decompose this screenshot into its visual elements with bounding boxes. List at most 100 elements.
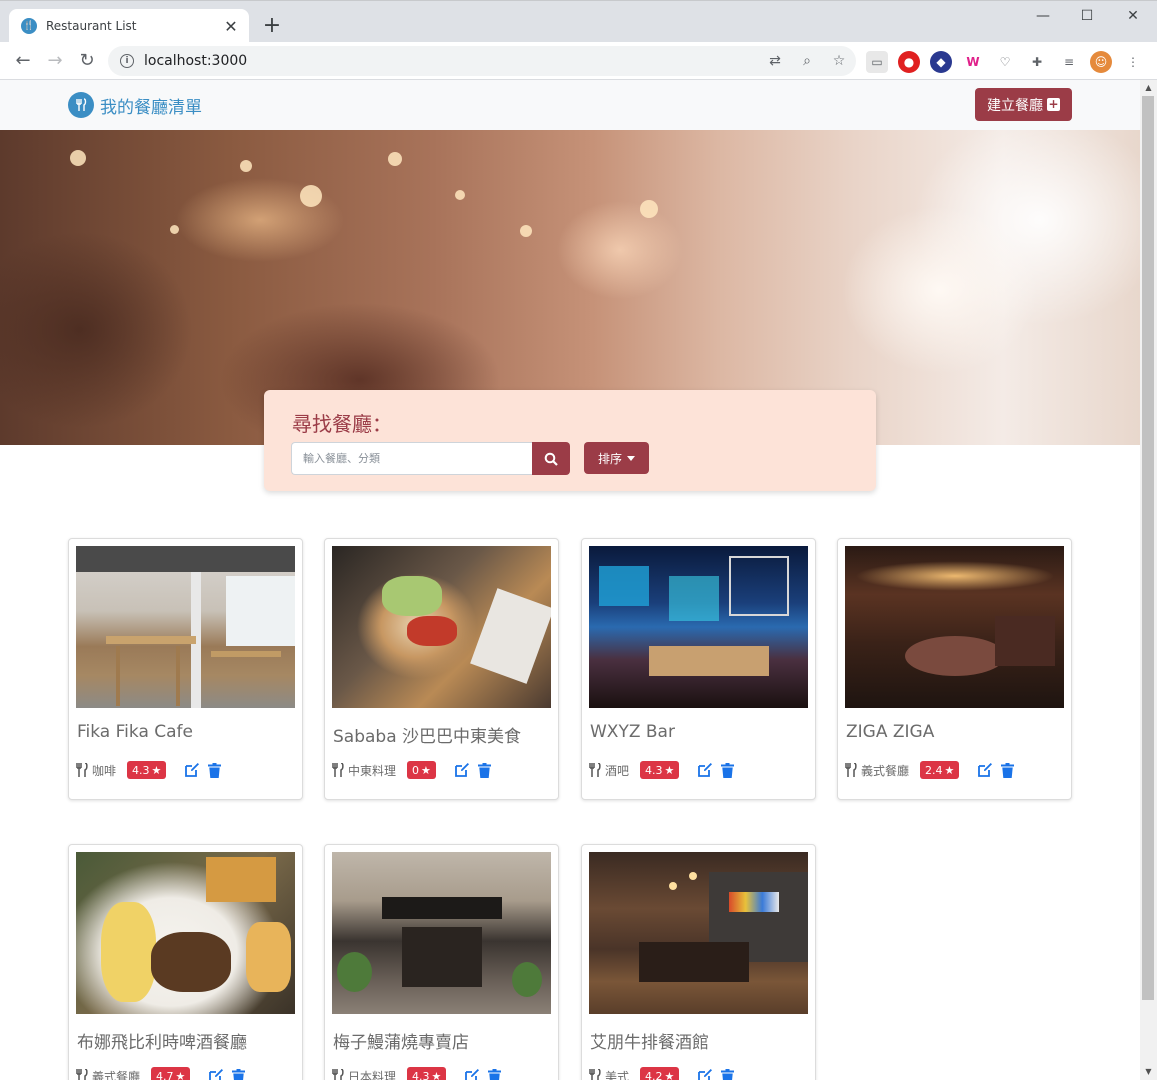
restaurant-photo[interactable] (332, 852, 551, 1014)
zoom-icon[interactable]: ⌕ (796, 50, 818, 72)
brand-link[interactable]: 我的餐廳清單 (68, 92, 202, 118)
edit-icon[interactable] (977, 762, 993, 778)
utensils-icon (589, 763, 601, 777)
restaurant-meta: 義式餐廳 2.4 ★ (845, 761, 1015, 779)
edit-icon[interactable] (454, 762, 470, 778)
restaurant-name: Fika Fika Cafe (77, 722, 193, 742)
scroll-down-arrow-icon[interactable]: ▼ (1140, 1064, 1157, 1080)
window-maximize-button[interactable]: ☐ (1064, 1, 1110, 31)
restaurant-photo[interactable] (845, 546, 1064, 708)
translate-icon[interactable]: ⇄ (764, 50, 786, 72)
restaurant-meta: 咖啡 4.3 ★ (76, 761, 222, 779)
restaurant-category: 酒吧 (605, 763, 630, 778)
restaurant-card[interactable]: Fika Fika Cafe 咖啡 4.3 ★ (68, 538, 303, 800)
restaurant-name: ZIGA ZIGA (846, 722, 935, 742)
restaurant-meta: 美式 4.2 ★ (589, 1067, 735, 1080)
profile-avatar[interactable]: ☺ (1090, 51, 1112, 73)
adblock-extension-icon[interactable]: ● (898, 51, 920, 73)
scroll-up-arrow-icon[interactable]: ▲ (1140, 80, 1157, 96)
restaurant-meta: 義式餐廳 4.7 ★ (76, 1067, 246, 1080)
edit-icon[interactable] (184, 762, 200, 778)
address-bar[interactable]: i localhost:3000 ⇄ ⌕ ☆ (108, 46, 856, 76)
pocket-icon[interactable]: ♡ (994, 51, 1016, 73)
window-close-button[interactable]: ✕ (1110, 1, 1156, 31)
rating-value: 2.4 (925, 763, 943, 777)
edit-icon[interactable] (697, 762, 713, 778)
utensils-icon (332, 763, 344, 777)
restaurant-meta: 日本料理 4.3 ★ (332, 1067, 502, 1080)
trash-icon[interactable] (1001, 762, 1015, 778)
sort-dropdown-button[interactable]: 排序 (584, 442, 649, 474)
utensils-icon (76, 763, 88, 777)
restaurant-photo[interactable] (589, 546, 808, 708)
extensions-puzzle-icon[interactable]: ✚ (1026, 51, 1048, 73)
browser-tab[interactable]: 🍴 Restaurant List ✕ (9, 9, 249, 43)
sort-label: 排序 (597, 451, 622, 466)
restaurant-photo[interactable] (332, 546, 551, 708)
w-extension-icon[interactable]: W (962, 51, 984, 73)
utensils-icon (332, 1069, 344, 1080)
rating-badge: 4.3 ★ (407, 1067, 447, 1080)
restaurant-category: 義式餐廳 (92, 1069, 141, 1080)
restaurant-name: 梅子鰻蒲燒專賣店 (333, 1033, 469, 1053)
tab-close-icon[interactable]: ✕ (223, 17, 239, 36)
restaurant-name: 艾朋牛排餐酒館 (590, 1033, 709, 1053)
tab-title: Restaurant List (46, 19, 137, 33)
restaurant-meta: 中東料理 0 ★ (332, 761, 491, 779)
bookmark-star-icon[interactable]: ☆ (828, 50, 850, 72)
rating-value: 0 (412, 763, 420, 777)
restaurant-card[interactable]: WXYZ Bar 酒吧 4.3 ★ (581, 538, 816, 800)
edit-icon[interactable] (464, 1068, 480, 1080)
utensils-icon (76, 1069, 88, 1080)
url-text[interactable]: localhost:3000 (144, 53, 247, 69)
new-tab-button[interactable]: + (260, 13, 284, 39)
restaurant-card[interactable]: 艾朋牛排餐酒館 美式 4.2 ★ (581, 844, 816, 1080)
search-button[interactable] (532, 442, 570, 475)
create-restaurant-button[interactable]: 建立餐廳 + (975, 88, 1072, 121)
star-icon: ★ (421, 763, 431, 777)
scrollbar-thumb[interactable] (1142, 96, 1154, 1000)
window-minimize-button[interactable]: — (1020, 1, 1066, 31)
rating-value: 4.3 (132, 763, 150, 777)
search-input[interactable] (291, 442, 532, 475)
site-navbar: 我的餐廳清單 建立餐廳 + (0, 80, 1140, 130)
trash-icon[interactable] (477, 762, 491, 778)
restaurant-card[interactable]: ZIGA ZIGA 義式餐廳 2.4 ★ (837, 538, 1072, 800)
menu-kebab-icon[interactable]: ⋮ (1122, 51, 1144, 73)
restaurant-category: 義式餐廳 (861, 763, 910, 778)
search-icon (544, 452, 558, 466)
reload-icon[interactable]: ↻ (74, 48, 100, 74)
cast-icon[interactable]: ▭ (866, 51, 888, 73)
trash-icon[interactable] (208, 762, 222, 778)
star-icon: ★ (175, 1069, 186, 1080)
forward-arrow-icon[interactable]: → (42, 48, 68, 74)
page-scrollbar[interactable]: ▲ ▼ (1140, 80, 1157, 1080)
trash-icon[interactable] (721, 762, 735, 778)
restaurant-photo[interactable] (589, 852, 808, 1014)
restaurant-category: 中東料理 (348, 763, 397, 778)
trash-icon[interactable] (232, 1068, 246, 1080)
restaurant-category: 咖啡 (92, 763, 117, 778)
star-icon: ★ (664, 763, 675, 777)
restaurant-card[interactable]: Sababa 沙巴巴中東美食 中東料理 0 ★ (324, 538, 559, 800)
site-info-icon[interactable]: i (120, 54, 134, 68)
back-arrow-icon[interactable]: ← (10, 48, 36, 74)
edit-icon[interactable] (208, 1068, 224, 1080)
restaurant-card[interactable]: 梅子鰻蒲燒專賣店 日本料理 4.3 ★ (324, 844, 559, 1080)
restaurant-name: 布娜飛比利時啤酒餐廳 (77, 1033, 247, 1053)
edit-icon[interactable] (697, 1068, 713, 1080)
plus-square-icon: + (1047, 97, 1060, 111)
trash-icon[interactable] (721, 1068, 735, 1080)
restaurant-card[interactable]: 布娜飛比利時啤酒餐廳 義式餐廳 4.7 ★ (68, 844, 303, 1080)
star-icon: ★ (664, 1069, 675, 1080)
search-title: 尋找餐廳： (292, 412, 392, 436)
rating-badge: 2.4 ★ (920, 761, 960, 779)
media-control-icon[interactable]: ≡ (1058, 51, 1080, 73)
layers-extension-icon[interactable]: ◆ (930, 51, 952, 73)
trash-icon[interactable] (488, 1068, 502, 1080)
star-icon: ★ (944, 763, 955, 777)
restaurant-name: Sababa 沙巴巴中東美食 (333, 727, 522, 747)
restaurant-photo[interactable] (76, 852, 295, 1014)
restaurant-photo[interactable] (76, 546, 295, 708)
star-icon: ★ (431, 1069, 442, 1080)
